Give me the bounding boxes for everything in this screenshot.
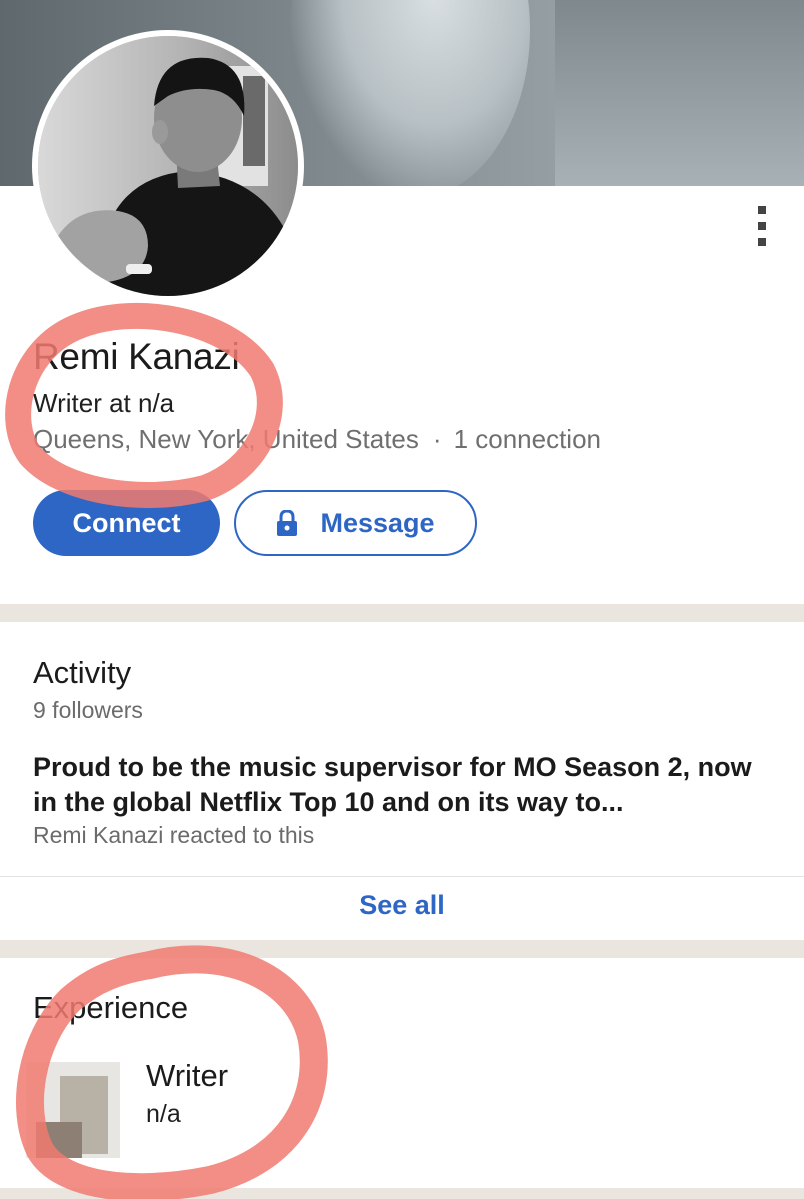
activity-separator	[0, 876, 804, 877]
more-vertical-icon[interactable]	[748, 204, 776, 248]
connection-count[interactable]: 1 connection	[454, 424, 601, 454]
profile-headline: Writer at n/a	[33, 388, 175, 418]
connect-button[interactable]: Connect	[33, 490, 220, 556]
section-divider	[0, 1188, 804, 1199]
experience-role[interactable]: Writer	[146, 1058, 228, 1094]
activity-title: Activity	[33, 655, 132, 690]
banner-highlight	[290, 0, 530, 186]
experience-title: Experience	[33, 990, 189, 1025]
lock-icon	[277, 510, 298, 536]
connect-button-label: Connect	[72, 507, 181, 538]
logo-shape	[36, 1122, 82, 1158]
activity-post-text[interactable]: Proud to be the music supervisor for MO …	[33, 750, 773, 820]
company-logo[interactable]	[26, 1062, 120, 1158]
profile-photo	[38, 36, 298, 296]
person-photo-illustration	[38, 36, 298, 296]
profile-name: Remi Kanazi	[33, 336, 240, 377]
activity-post-subtext: Remi Kanazi reacted to this	[33, 822, 315, 848]
see-all-link[interactable]: See all	[0, 890, 804, 921]
banner-right-panel	[555, 0, 804, 186]
meta-separator: ·	[432, 424, 442, 454]
section-divider	[0, 940, 804, 958]
message-button-label: Message	[320, 507, 435, 538]
followers-count: 9 followers	[33, 697, 143, 723]
experience-company: n/a	[146, 1100, 181, 1128]
profile-location: Queens, New York, United States	[33, 424, 419, 454]
section-divider	[0, 604, 804, 622]
avatar[interactable]	[32, 30, 304, 302]
profile-meta: Queens, New York, United States · 1 connec…	[33, 424, 601, 455]
message-button[interactable]: Message	[234, 490, 477, 556]
